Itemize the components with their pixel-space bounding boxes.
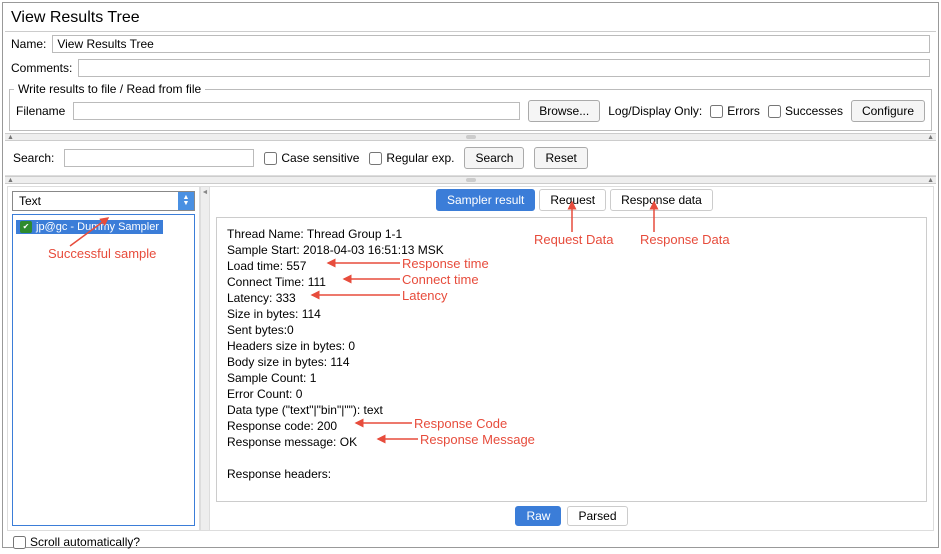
name-label: Name: — [11, 37, 46, 51]
result-line: Body size in bytes: 114 — [227, 354, 916, 370]
log-display-label: Log/Display Only: — [608, 104, 702, 118]
result-line — [227, 498, 916, 502]
result-line: Size in bytes: 114 — [227, 306, 916, 322]
result-text-area[interactable]: Thread Name: Thread Group 1-1Sample Star… — [216, 217, 927, 502]
results-tree[interactable]: ✔ jp@gc - Dummy Sampler — [12, 214, 195, 526]
result-line — [227, 482, 916, 498]
collapse-bar-2[interactable]: ▲▲ — [5, 176, 936, 184]
tree-item-label: jp@gc - Dummy Sampler — [36, 221, 159, 233]
scroll-auto-checkbox[interactable]: Scroll automatically? — [13, 535, 140, 549]
search-label: Search: — [13, 151, 54, 165]
filename-input[interactable] — [73, 102, 520, 120]
successes-checkbox[interactable]: Successes — [768, 104, 843, 118]
renderer-dropdown[interactable]: Text ▲▼ — [12, 191, 195, 211]
page-title: View Results Tree — [5, 5, 936, 32]
dropdown-arrows-icon: ▲▼ — [178, 192, 194, 210]
collapse-bar-1[interactable]: ▲▲ — [5, 133, 936, 141]
renderer-selected: Text — [13, 194, 178, 208]
comments-label: Comments: — [11, 61, 72, 75]
regex-checkbox[interactable]: Regular exp. — [369, 151, 454, 165]
result-line: Latency: 333 — [227, 290, 916, 306]
result-line: Response code: 200 — [227, 418, 916, 434]
browse-button[interactable]: Browse... — [528, 100, 600, 122]
result-line: Response message: OK — [227, 434, 916, 450]
file-section: Write results to file / Read from file F… — [9, 82, 932, 131]
tree-item-sample[interactable]: ✔ jp@gc - Dummy Sampler — [16, 220, 163, 234]
result-line: Connect Time: 111 — [227, 274, 916, 290]
case-sensitive-checkbox[interactable]: Case sensitive — [264, 151, 359, 165]
search-input[interactable] — [64, 149, 254, 167]
result-line: Error Count: 0 — [227, 386, 916, 402]
parsed-button[interactable]: Parsed — [567, 506, 627, 526]
name-input[interactable] — [52, 35, 930, 53]
configure-button[interactable]: Configure — [851, 100, 925, 122]
result-line: Thread Name: Thread Group 1-1 — [227, 226, 916, 242]
result-line — [227, 450, 916, 466]
search-button[interactable]: Search — [464, 147, 524, 169]
file-section-legend: Write results to file / Read from file — [14, 82, 205, 96]
raw-button[interactable]: Raw — [515, 506, 561, 526]
result-line: Sent bytes:0 — [227, 322, 916, 338]
result-line: Headers size in bytes: 0 — [227, 338, 916, 354]
result-line: Sample Count: 1 — [227, 370, 916, 386]
comments-input[interactable] — [78, 59, 930, 77]
vertical-splitter[interactable]: ◄ — [200, 187, 210, 530]
tab-sampler-result[interactable]: Sampler result — [436, 189, 535, 211]
filename-label: Filename — [16, 104, 65, 118]
result-line: Load time: 557 — [227, 258, 916, 274]
tab-request[interactable]: Request — [539, 189, 606, 211]
result-line: Sample Start: 2018-04-03 16:51:13 MSK — [227, 242, 916, 258]
result-line: Data type ("text"|"bin"|""): text — [227, 402, 916, 418]
reset-button[interactable]: Reset — [534, 147, 587, 169]
success-icon: ✔ — [20, 221, 32, 233]
tab-response-data[interactable]: Response data — [610, 189, 713, 211]
errors-checkbox[interactable]: Errors — [710, 104, 760, 118]
result-line: Response headers: — [227, 466, 916, 482]
